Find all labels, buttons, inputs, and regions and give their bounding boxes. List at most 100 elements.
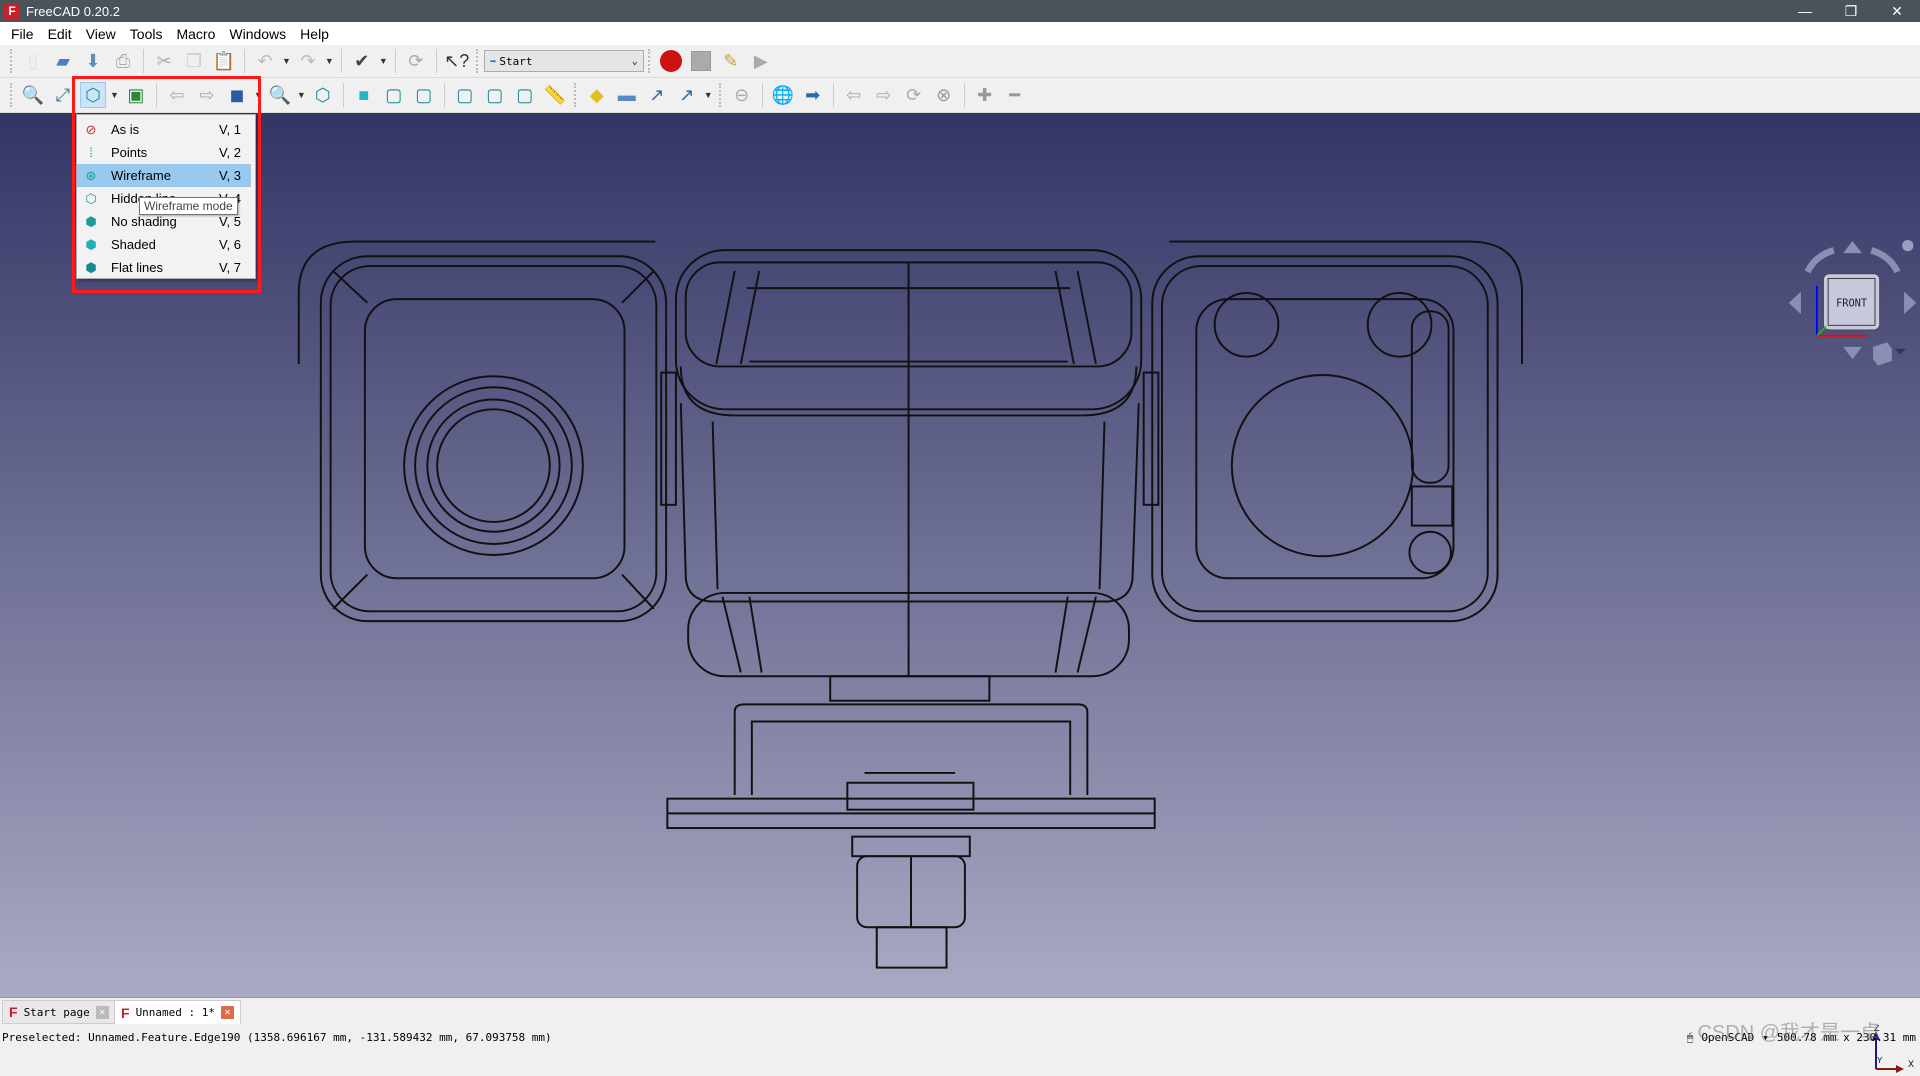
tooltip: Wireframe mode — [139, 197, 238, 215]
preselection-text: Preselected: Unnamed.Feature.Edge190 (13… — [2, 1031, 552, 1044]
web-go-icon[interactable]: ➡ — [800, 82, 826, 108]
close-button[interactable]: ✕ — [1874, 0, 1920, 22]
refresh-check-icon[interactable]: ✔ — [349, 48, 375, 74]
forward-icon[interactable]: ⇨ — [194, 82, 220, 108]
top-view-icon[interactable]: ▢ — [381, 82, 407, 108]
copy-icon[interactable]: ❐ — [181, 48, 207, 74]
right-view-icon[interactable]: ▢ — [411, 82, 437, 108]
menu-item-flat-lines[interactable]: ⬢ Flat lines V, 7 — [77, 256, 255, 279]
nav-down-arrow-icon — [1843, 346, 1862, 360]
selection-view-icon[interactable]: ▣ — [123, 82, 149, 108]
nav-left-arrow-icon — [1788, 291, 1801, 315]
web-stop-icon[interactable]: ⊖ — [729, 82, 755, 108]
freecad-doc-icon: F — [9, 1004, 18, 1020]
new-file-icon[interactable]: ▯ — [20, 48, 46, 74]
watermark: CSDN @我才是一卓 — [1697, 1022, 1880, 1044]
freecad-doc-icon: F — [121, 1004, 130, 1021]
wireframe-icon: ⊛ — [85, 167, 97, 183]
tab-start-page[interactable]: F Start page ✕ — [2, 1000, 116, 1024]
web-back-icon[interactable]: ⇦ — [841, 82, 867, 108]
whats-this-icon[interactable]: ↖? — [444, 48, 470, 74]
link-icon[interactable]: ↗ — [644, 82, 670, 108]
draw-style-dropdown[interactable]: ▼ — [110, 90, 119, 100]
main-toolbar: ▯ ▰ ⬇ ⎙ ✂ ❐ 📋 ↶ ▼ ↷ ▼ ✔ ▼ ⟳ ↖? ➡ Start ⌄ ✎ … — [0, 45, 1920, 78]
toolbar-grip[interactable] — [10, 49, 14, 73]
draw-style-icon[interactable]: ⬡ — [80, 82, 106, 108]
zoom-out-icon[interactable]: ━ — [1002, 82, 1028, 108]
isometric-view-icon[interactable]: ⬡ — [310, 82, 336, 108]
back-icon[interactable]: ⇦ — [164, 82, 190, 108]
nav-up-arrow-icon — [1843, 240, 1862, 254]
paste-icon[interactable]: 📋 — [211, 48, 237, 74]
front-view-icon[interactable]: ■ — [351, 82, 377, 108]
part-icon[interactable]: ◆ — [584, 82, 610, 108]
view-toolbar: 🔍 ⤢ ⬡ ▼ ▣ ⇦ ⇨ ◼ ▼ 🔍 ▼ ⬡ ■ ▢ ▢ ▢ ▢ ▢ 📏 ◆ ▬ ↗… — [0, 78, 1920, 113]
points-icon: ⁞ — [89, 145, 93, 160]
menu-edit[interactable]: Edit — [41, 26, 79, 42]
hidden-line-icon: ⬡ — [85, 190, 97, 206]
web-forward-icon[interactable]: ⇨ — [871, 82, 897, 108]
menu-view[interactable]: View — [79, 26, 123, 42]
measure-icon[interactable]: 📏 — [542, 82, 568, 108]
menu-item-wireframe[interactable]: ⊛ Wireframe V, 3 — [77, 164, 251, 187]
flat-lines-icon: ⬢ — [85, 259, 97, 275]
document-tabs: F Start page ✕ F Unnamed : 1* ✕ — [0, 997, 1920, 1025]
fit-all-icon[interactable]: 🔍 — [20, 82, 46, 108]
print-icon[interactable]: ⎙ — [110, 48, 136, 74]
menu-tools[interactable]: Tools — [123, 26, 170, 42]
menu-item-points[interactable]: ⁞ Points V, 2 — [77, 141, 255, 164]
freecad-logo-icon: F — [4, 3, 20, 19]
bottom-view-icon[interactable]: ▢ — [482, 82, 508, 108]
link-actions-icon[interactable]: ↗ — [674, 82, 700, 108]
mouse-icon: 🖱 — [1686, 1030, 1694, 1044]
nav-right-arrow-icon — [1904, 291, 1917, 315]
no-shading-icon: ⬢ — [85, 213, 97, 229]
undo-icon[interactable]: ↶ — [252, 48, 278, 74]
web-refresh-icon[interactable]: ⟳ — [901, 82, 927, 108]
sync-view-icon[interactable]: ◼ — [224, 82, 250, 108]
menu-file[interactable]: File — [4, 26, 41, 42]
shaded-icon: ⬢ — [85, 236, 97, 252]
nav-rotate-right-icon — [1870, 247, 1901, 274]
minimize-button[interactable]: — — [1782, 0, 1828, 22]
menu-help[interactable]: Help — [293, 26, 336, 42]
nav-menu-dot-icon — [1902, 240, 1914, 252]
menu-item-as-is[interactable]: ⊘ As is V, 1 — [77, 118, 255, 141]
zoom-icon[interactable]: 🔍 — [267, 82, 293, 108]
restore-button[interactable]: ❐ — [1828, 0, 1874, 22]
chevron-down-icon: ⌄ — [631, 55, 638, 67]
redo-icon[interactable]: ↷ — [295, 48, 321, 74]
close-tab-icon[interactable]: ✕ — [221, 1006, 235, 1019]
web-close-icon[interactable]: ⊗ — [931, 82, 957, 108]
workbench-selector[interactable]: ➡ Start ⌄ — [483, 50, 644, 72]
macro-stop-icon[interactable] — [688, 48, 714, 74]
menu-item-shaded[interactable]: ⬢ Shaded V, 6 — [77, 233, 255, 256]
as-is-icon: ⊘ — [85, 121, 97, 137]
menu-windows[interactable]: Windows — [222, 26, 293, 42]
arrow-right-icon: ➡ — [489, 54, 497, 68]
open-file-icon[interactable]: ▰ — [50, 48, 76, 74]
svg-text:Y: Y — [1877, 1056, 1883, 1065]
window-title: FreeCAD 0.20.2 — [26, 3, 120, 19]
macro-edit-icon[interactable]: ✎ — [718, 48, 744, 74]
fit-selection-icon[interactable]: ⤢ — [50, 82, 76, 108]
svg-text:FRONT: FRONT — [1836, 298, 1867, 310]
svg-text:X: X — [1908, 1059, 1914, 1069]
left-view-icon[interactable]: ▢ — [512, 82, 538, 108]
rear-view-icon[interactable]: ▢ — [452, 82, 478, 108]
3d-viewport[interactable]: FRONT Z Y X — [0, 113, 1920, 1073]
zoom-in-icon[interactable]: ✚ — [972, 82, 998, 108]
close-tab-icon[interactable]: ✕ — [95, 1005, 109, 1019]
web-home-icon[interactable]: 🌐 — [770, 82, 796, 108]
group-folder-icon[interactable]: ▬ — [614, 82, 640, 108]
save-icon[interactable]: ⬇ — [80, 48, 106, 74]
macro-run-icon[interactable]: ▶ — [748, 48, 774, 74]
status-bar: Preselected: Unnamed.Feature.Edge190 (13… — [0, 1025, 1920, 1050]
navigation-cube[interactable]: FRONT — [1770, 225, 1920, 375]
menu-bar: File Edit View Tools Macro Windows Help — [0, 22, 1920, 45]
macro-record-icon[interactable] — [658, 48, 684, 74]
cut-icon[interactable]: ✂ — [151, 48, 177, 74]
menu-macro[interactable]: Macro — [169, 26, 222, 42]
recompute-icon[interactable]: ⟳ — [403, 48, 429, 74]
tab-unnamed[interactable]: F Unnamed : 1* ✕ — [114, 1000, 242, 1024]
